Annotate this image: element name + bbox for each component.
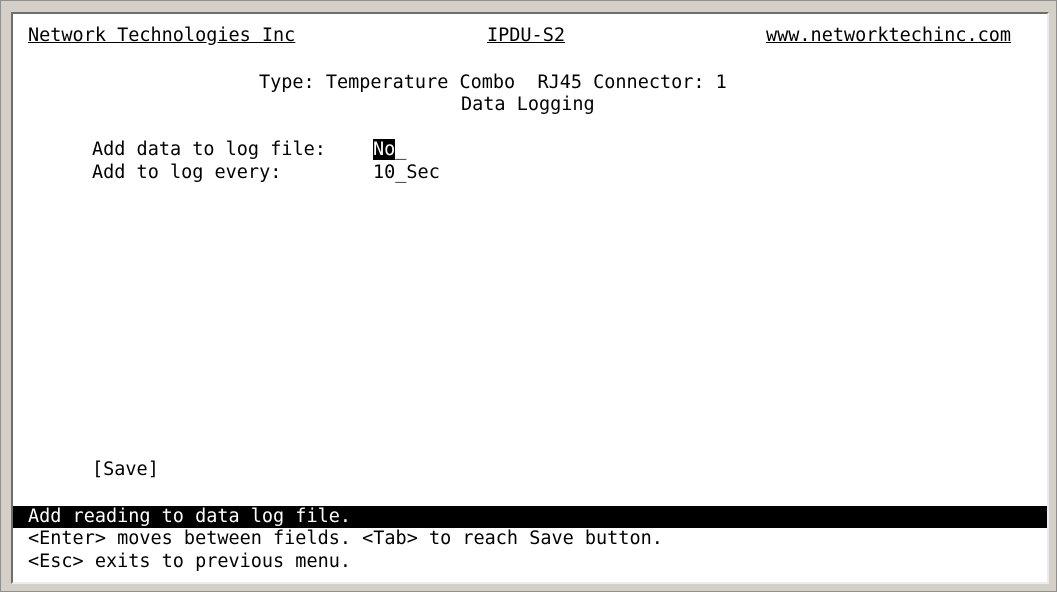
log-file-value[interactable]: No — [373, 139, 396, 160]
window-frame: Network Technologies Inc IPDU-S2 www.net… — [0, 0, 1057, 592]
log-interval-label: Add to log every: — [92, 162, 282, 183]
log-file-cursor: _ — [395, 139, 407, 160]
company-name: Network Technologies Inc — [28, 25, 296, 46]
website-link[interactable]: www.networktechinc.com — [766, 25, 1011, 47]
help-line-escape: <Esc> exits to previous menu. — [28, 551, 352, 572]
screen-title: Data Logging — [461, 94, 595, 115]
log-file-label: Add data to log file: — [92, 139, 326, 160]
type-line: Type: Temperature Combo RJ45 Connector: … — [259, 72, 727, 93]
log-file-field[interactable]: No_ — [373, 139, 406, 161]
status-message: Add reading to data log file. — [28, 506, 352, 527]
help-line-navigation: <Enter> moves between fields. <Tab> to r… — [28, 528, 663, 549]
model-name: IPDU-S2 — [487, 25, 565, 46]
log-interval-field[interactable]: 10_Sec — [373, 162, 440, 184]
save-button[interactable]: [Save] — [92, 459, 159, 481]
terminal-screen: Network Technologies Inc IPDU-S2 www.net… — [11, 12, 1049, 584]
